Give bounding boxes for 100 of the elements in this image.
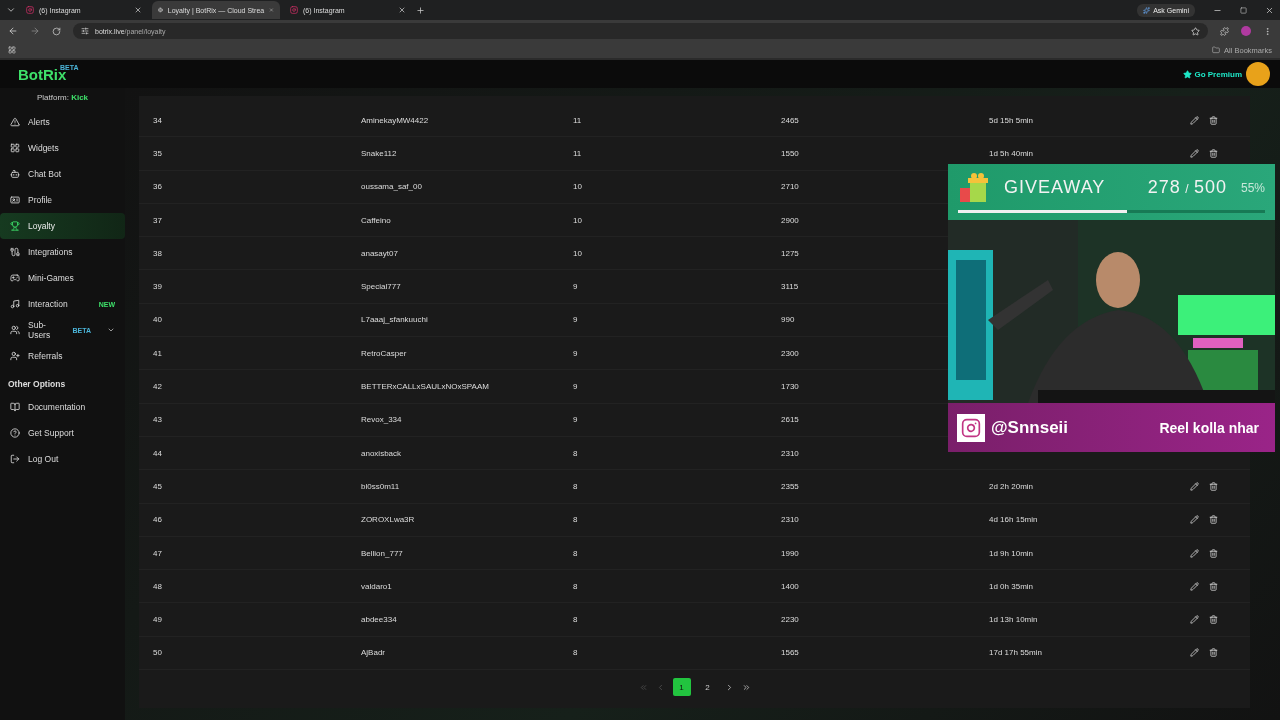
table-cell-text: 1d 5h 40min: [989, 148, 1035, 158]
edit-icon[interactable]: [1190, 581, 1199, 591]
table-cell-text: valdaro1: [361, 581, 393, 591]
sidebar-item[interactable]: Profile: [0, 187, 125, 213]
table-cell-text: L7aaaj_sfankuuchi: [361, 315, 429, 325]
chevron-icon[interactable]: [107, 326, 115, 334]
sidebar-item[interactable]: Alerts: [0, 109, 125, 135]
go-premium-link[interactable]: Go Premium: [1183, 69, 1242, 79]
table-cell-text: 8: [573, 515, 579, 525]
table-cell-text: 1565: [781, 648, 800, 658]
warning-icon: [10, 117, 20, 127]
table-cell-text: AjBadr: [361, 648, 386, 658]
edit-icon[interactable]: [1190, 615, 1199, 625]
table-cell-text: 8: [573, 448, 579, 458]
sidebar-item[interactable]: Documentation: [0, 394, 125, 420]
giveaway-percent: 55%: [1240, 180, 1265, 195]
edit-icon[interactable]: [1190, 115, 1199, 125]
site-settings-icon[interactable]: [81, 27, 89, 35]
page-button[interactable]: 2: [698, 678, 717, 697]
sidebar-item[interactable]: Get Support: [0, 420, 125, 446]
menu-button[interactable]: [1263, 26, 1272, 36]
table-cell-text: 2615: [781, 415, 800, 425]
table-cell-text: 8: [573, 481, 579, 491]
table-cell-text: 8: [573, 615, 579, 625]
delete-icon[interactable]: [1209, 148, 1218, 158]
table-cell-text: abdee334: [361, 615, 398, 625]
page-button[interactable]: 1: [672, 678, 691, 697]
user-plus-icon: [10, 351, 20, 361]
logout-icon: [10, 454, 20, 464]
table-cell-text: 11: [573, 115, 583, 125]
sidebar-item[interactable]: Integrations: [0, 239, 125, 265]
table-cell-text: 44: [153, 448, 163, 458]
id-card-icon: [10, 195, 20, 205]
bookmark-star-icon[interactable]: [1191, 26, 1200, 36]
table-cell-text: anasayt07: [361, 248, 399, 258]
robot-icon: [10, 169, 20, 179]
table-cell-text: 47: [153, 548, 163, 558]
table-cell-text: 11: [573, 148, 583, 158]
edit-icon[interactable]: [1190, 648, 1199, 658]
delete-icon[interactable]: [1209, 615, 1218, 625]
table-cell-text: 9: [573, 415, 579, 425]
forward-button[interactable]: [30, 26, 40, 36]
restore-button[interactable]: [1240, 6, 1247, 14]
giveaway-title: GIVEAWAY: [1004, 177, 1107, 198]
table-cell-text: 34: [153, 115, 163, 125]
sidebar-item[interactable]: Log Out: [0, 446, 125, 472]
last-page-icon[interactable]: [741, 682, 751, 692]
apps-button[interactable]: [8, 46, 16, 54]
close-icon[interactable]: [398, 6, 406, 14]
table-cell-text: anoxisback: [361, 448, 403, 458]
grid-icon: [10, 143, 20, 153]
section-heading: Other Options: [7, 378, 67, 391]
table-cell-text: 48: [153, 581, 163, 591]
close-button[interactable]: [1265, 5, 1274, 15]
instagram-icon: [957, 413, 985, 442]
table-cell-text: 45: [153, 481, 163, 491]
sidebar-item[interactable]: Referrals: [0, 343, 125, 369]
delete-icon[interactable]: [1209, 648, 1218, 658]
edit-icon[interactable]: [1190, 148, 1199, 158]
tab-list-button[interactable]: [6, 5, 16, 15]
table-cell-text: 2465: [781, 115, 800, 125]
table-cell-text: 39: [153, 282, 163, 292]
edit-icon[interactable]: [1190, 515, 1199, 525]
delete-icon[interactable]: [1209, 581, 1218, 591]
delete-icon[interactable]: [1209, 481, 1218, 491]
sidebar-item[interactable]: Loyalty: [0, 213, 125, 239]
table-cell-text: 2355: [781, 481, 800, 491]
users-icon: [10, 325, 20, 335]
sparkle-icon: [1143, 6, 1151, 14]
edit-icon[interactable]: [1190, 481, 1199, 491]
table-cell-text: 9: [573, 348, 579, 358]
music-note-icon: [10, 299, 20, 309]
close-icon[interactable]: [134, 6, 142, 14]
table-cell-text: 8: [573, 648, 579, 658]
delete-icon[interactable]: [1209, 548, 1218, 558]
edit-icon[interactable]: [1190, 548, 1199, 558]
table-cell-text: bl0ss0m11: [361, 481, 401, 491]
table-cell-text: 8: [573, 581, 579, 591]
table-cell-text: Snake112: [361, 148, 398, 158]
table-cell-text: 1990: [781, 548, 800, 558]
new-tab-button[interactable]: [416, 5, 425, 15]
table-cell-text: 37: [153, 215, 163, 225]
avatar[interactable]: [1246, 62, 1270, 86]
sidebar-item[interactable]: Chat Bot: [0, 161, 125, 187]
table-cell-text: oussama_saf_00: [361, 182, 423, 192]
reload-button[interactable]: [52, 26, 61, 36]
back-button[interactable]: [8, 26, 18, 36]
table-cell-text: 1730: [781, 382, 800, 391]
delete-icon[interactable]: [1209, 115, 1218, 125]
table-cell-text: 35: [153, 148, 163, 158]
sidebar-item[interactable]: Widgets: [0, 135, 125, 161]
extensions-button[interactable]: [1220, 26, 1229, 36]
table-cell-text: 9: [573, 282, 579, 292]
delete-icon[interactable]: [1209, 515, 1218, 525]
star-icon: [1183, 69, 1193, 79]
gamepad-icon: [10, 273, 20, 283]
sidebar-item[interactable]: Mini-Games: [0, 265, 125, 291]
book-icon: [10, 402, 20, 412]
table-cell-text: 41: [153, 348, 163, 358]
table-cell-text: 10: [573, 215, 583, 225]
